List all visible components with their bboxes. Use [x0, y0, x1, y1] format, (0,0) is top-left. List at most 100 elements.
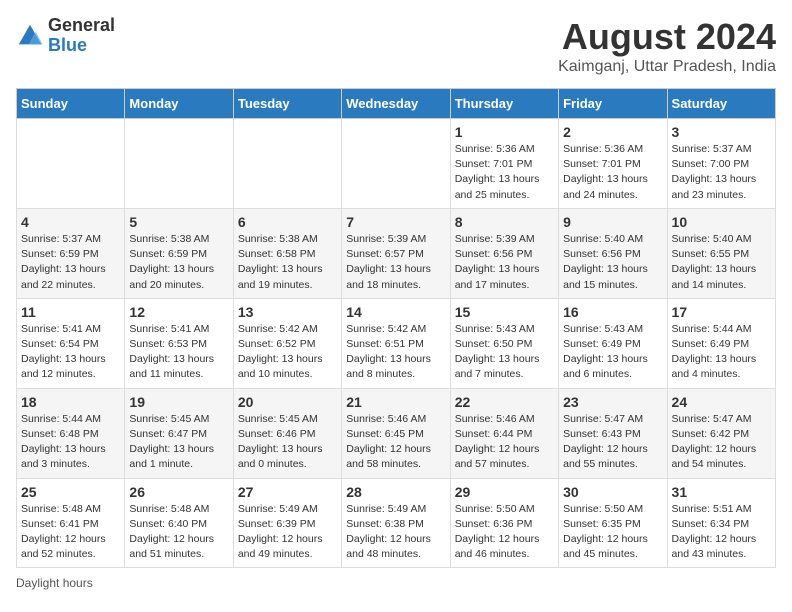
- day-number: 4: [21, 214, 120, 230]
- calendar-day-cell: 28Sunrise: 5:49 AM Sunset: 6:38 PM Dayli…: [342, 478, 450, 568]
- calendar-day-cell: 18 Sunrise: 5:44 AM Sunset: 6:48 PM Dayli…: [17, 388, 125, 478]
- header: General Blue August 2024 Kaimganj, Uttar…: [16, 16, 776, 76]
- logo-icon: [16, 22, 44, 50]
- calendar-week-row: 11 Sunrise: 5:41 AM Sunset: 6:54 PM Dayli…: [17, 298, 776, 388]
- calendar-day-header: Monday: [125, 89, 233, 119]
- calendar-day-header: Friday: [559, 89, 667, 119]
- calendar-day-cell: 14Sunrise: 5:42 AM Sunset: 6:51 PM Dayli…: [342, 298, 450, 388]
- calendar-day-cell: 6Sunrise: 5:38 AM Sunset: 6:58 PM Daylig…: [233, 208, 341, 298]
- day-number: 12: [129, 304, 228, 320]
- day-info: Sunrise: 5:41 AM Sunset: 6:53 PM Dayligh…: [129, 322, 228, 383]
- day-info: Sunrise: 5:43 AM Sunset: 6:49 PM Dayligh…: [563, 322, 662, 383]
- day-number: 26: [129, 484, 228, 500]
- day-number: 23: [563, 394, 662, 410]
- day-info: Sunrise: 5:37 AM Sunset: 7:00 PM Dayligh…: [672, 142, 771, 203]
- calendar-week-row: 18 Sunrise: 5:44 AM Sunset: 6:48 PM Dayli…: [17, 388, 776, 478]
- calendar-body: 1 Sunrise: 5:36 AM Sunset: 7:01 PM Daylig…: [17, 119, 776, 568]
- calendar-day-header: Tuesday: [233, 89, 341, 119]
- calendar-day-cell: 20Sunrise: 5:45 AM Sunset: 6:46 PM Dayli…: [233, 388, 341, 478]
- calendar-day-cell: 31 Sunrise: 5:51 AM Sunset: 6:34 PM Dayli…: [667, 478, 775, 568]
- day-number: 21: [346, 394, 445, 410]
- calendar-day-cell: 12 Sunrise: 5:41 AM Sunset: 6:53 PM Dayli…: [125, 298, 233, 388]
- day-info: Sunrise: 5:42 AM Sunset: 6:51 PM Dayligh…: [346, 322, 445, 383]
- day-info: Sunrise: 5:46 AM Sunset: 6:45 PM Dayligh…: [346, 412, 445, 473]
- calendar-day-header: Sunday: [17, 89, 125, 119]
- calendar-day-cell: 19Sunrise: 5:45 AM Sunset: 6:47 PM Dayli…: [125, 388, 233, 478]
- calendar-day-header: Wednesday: [342, 89, 450, 119]
- calendar-day-cell: 3 Sunrise: 5:37 AM Sunset: 7:00 PM Daylig…: [667, 119, 775, 209]
- day-info: Sunrise: 5:51 AM Sunset: 6:34 PM Dayligh…: [672, 502, 771, 563]
- day-number: 18: [21, 394, 120, 410]
- day-number: 31: [672, 484, 771, 500]
- calendar-day-cell: [17, 119, 125, 209]
- calendar-day-cell: [342, 119, 450, 209]
- month-title: August 2024: [558, 16, 776, 58]
- day-info: Sunrise: 5:43 AM Sunset: 6:50 PM Dayligh…: [455, 322, 554, 383]
- day-number: 28: [346, 484, 445, 500]
- calendar-day-cell: 21 Sunrise: 5:46 AM Sunset: 6:45 PM Dayli…: [342, 388, 450, 478]
- footer-note: Daylight hours: [16, 576, 776, 590]
- calendar-header-row: SundayMondayTuesdayWednesdayThursdayFrid…: [17, 89, 776, 119]
- calendar-day-header: Thursday: [450, 89, 558, 119]
- day-info: Sunrise: 5:39 AM Sunset: 6:57 PM Dayligh…: [346, 232, 445, 293]
- day-number: 9: [563, 214, 662, 230]
- calendar-day-cell: [125, 119, 233, 209]
- day-number: 11: [21, 304, 120, 320]
- day-number: 8: [455, 214, 554, 230]
- day-number: 16: [563, 304, 662, 320]
- calendar-day-cell: 4 Sunrise: 5:37 AM Sunset: 6:59 PM Daylig…: [17, 208, 125, 298]
- calendar-day-cell: 5 Sunrise: 5:38 AM Sunset: 6:59 PM Daylig…: [125, 208, 233, 298]
- day-info: Sunrise: 5:44 AM Sunset: 6:49 PM Dayligh…: [672, 322, 771, 383]
- day-info: Sunrise: 5:46 AM Sunset: 6:44 PM Dayligh…: [455, 412, 554, 473]
- day-number: 1: [455, 124, 554, 140]
- calendar-day-cell: 29Sunrise: 5:50 AM Sunset: 6:36 PM Dayli…: [450, 478, 558, 568]
- day-number: 15: [455, 304, 554, 320]
- calendar-day-cell: 9 Sunrise: 5:40 AM Sunset: 6:56 PM Daylig…: [559, 208, 667, 298]
- day-info: Sunrise: 5:36 AM Sunset: 7:01 PM Dayligh…: [455, 142, 554, 203]
- day-info: Sunrise: 5:48 AM Sunset: 6:40 PM Dayligh…: [129, 502, 228, 563]
- day-info: Sunrise: 5:37 AM Sunset: 6:59 PM Dayligh…: [21, 232, 120, 293]
- day-info: Sunrise: 5:50 AM Sunset: 6:35 PM Dayligh…: [563, 502, 662, 563]
- calendar-day-cell: 23 Sunrise: 5:47 AM Sunset: 6:43 PM Dayli…: [559, 388, 667, 478]
- day-info: Sunrise: 5:47 AM Sunset: 6:42 PM Dayligh…: [672, 412, 771, 473]
- day-info: Sunrise: 5:40 AM Sunset: 6:55 PM Dayligh…: [672, 232, 771, 293]
- calendar-day-cell: 30 Sunrise: 5:50 AM Sunset: 6:35 PM Dayli…: [559, 478, 667, 568]
- day-info: Sunrise: 5:38 AM Sunset: 6:59 PM Dayligh…: [129, 232, 228, 293]
- day-number: 25: [21, 484, 120, 500]
- calendar-day-cell: 22Sunrise: 5:46 AM Sunset: 6:44 PM Dayli…: [450, 388, 558, 478]
- calendar-day-cell: 15 Sunrise: 5:43 AM Sunset: 6:50 PM Dayli…: [450, 298, 558, 388]
- day-info: Sunrise: 5:47 AM Sunset: 6:43 PM Dayligh…: [563, 412, 662, 473]
- calendar-week-row: 1 Sunrise: 5:36 AM Sunset: 7:01 PM Daylig…: [17, 119, 776, 209]
- calendar-day-cell: 7Sunrise: 5:39 AM Sunset: 6:57 PM Daylig…: [342, 208, 450, 298]
- calendar-day-cell: 13Sunrise: 5:42 AM Sunset: 6:52 PM Dayli…: [233, 298, 341, 388]
- day-number: 24: [672, 394, 771, 410]
- calendar-table: SundayMondayTuesdayWednesdayThursdayFrid…: [16, 88, 776, 568]
- day-number: 30: [563, 484, 662, 500]
- day-info: Sunrise: 5:36 AM Sunset: 7:01 PM Dayligh…: [563, 142, 662, 203]
- daylight-label: Daylight hours: [16, 576, 93, 590]
- day-info: Sunrise: 5:42 AM Sunset: 6:52 PM Dayligh…: [238, 322, 337, 383]
- calendar-week-row: 4 Sunrise: 5:37 AM Sunset: 6:59 PM Daylig…: [17, 208, 776, 298]
- day-number: 5: [129, 214, 228, 230]
- logo: General Blue: [16, 16, 115, 56]
- calendar-day-cell: 25Sunrise: 5:48 AM Sunset: 6:41 PM Dayli…: [17, 478, 125, 568]
- day-info: Sunrise: 5:45 AM Sunset: 6:46 PM Dayligh…: [238, 412, 337, 473]
- calendar-day-cell: 2Sunrise: 5:36 AM Sunset: 7:01 PM Daylig…: [559, 119, 667, 209]
- calendar-day-cell: [233, 119, 341, 209]
- calendar-day-cell: 26 Sunrise: 5:48 AM Sunset: 6:40 PM Dayli…: [125, 478, 233, 568]
- logo-blue-text: Blue: [48, 36, 115, 56]
- location-title: Kaimganj, Uttar Pradesh, India: [558, 58, 776, 76]
- day-info: Sunrise: 5:41 AM Sunset: 6:54 PM Dayligh…: [21, 322, 120, 383]
- calendar-day-header: Saturday: [667, 89, 775, 119]
- day-number: 3: [672, 124, 771, 140]
- calendar-week-row: 25Sunrise: 5:48 AM Sunset: 6:41 PM Dayli…: [17, 478, 776, 568]
- day-number: 6: [238, 214, 337, 230]
- day-number: 19: [129, 394, 228, 410]
- calendar-day-cell: 24 Sunrise: 5:47 AM Sunset: 6:42 PM Dayli…: [667, 388, 775, 478]
- day-number: 17: [672, 304, 771, 320]
- day-info: Sunrise: 5:40 AM Sunset: 6:56 PM Dayligh…: [563, 232, 662, 293]
- day-info: Sunrise: 5:44 AM Sunset: 6:48 PM Dayligh…: [21, 412, 120, 473]
- calendar-day-cell: 8Sunrise: 5:39 AM Sunset: 6:56 PM Daylig…: [450, 208, 558, 298]
- calendar-day-cell: 10Sunrise: 5:40 AM Sunset: 6:55 PM Dayli…: [667, 208, 775, 298]
- logo-general-text: General: [48, 16, 115, 36]
